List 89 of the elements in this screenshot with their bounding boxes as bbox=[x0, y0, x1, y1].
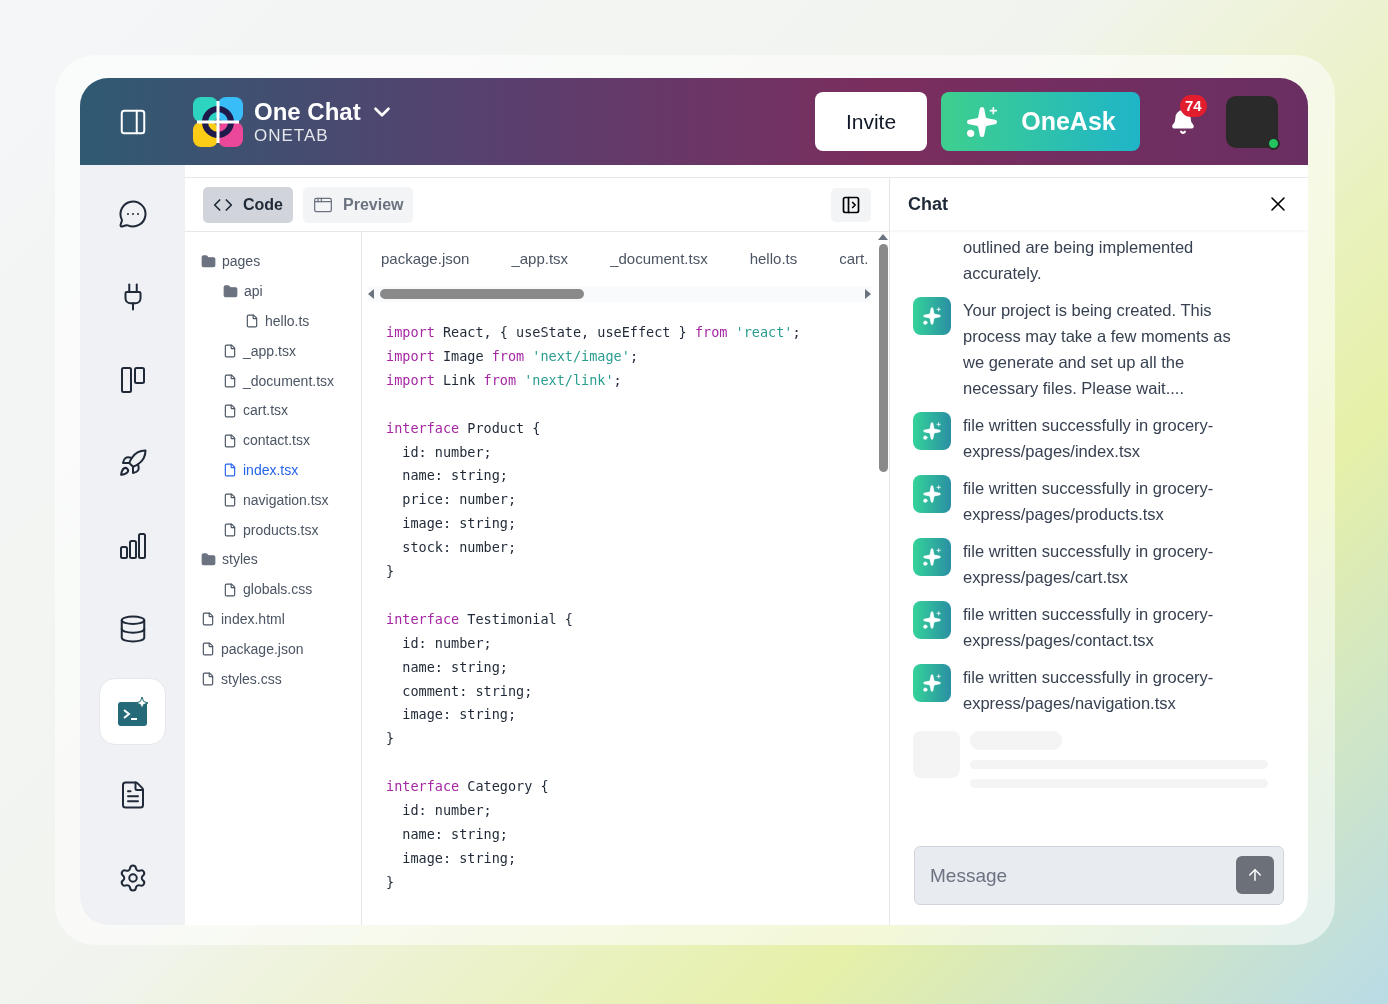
code-line: stock: number; bbox=[401, 538, 518, 558]
sparkles-icon bbox=[922, 306, 942, 326]
editor-tab[interactable]: _app.tsx bbox=[511, 247, 569, 271]
file-icon bbox=[223, 374, 237, 389]
file-item[interactable]: package.json bbox=[185, 634, 361, 665]
message-field[interactable]: Message bbox=[914, 846, 1284, 905]
file-icon bbox=[223, 463, 237, 478]
chat-message: file written successfully in grocery-express/pages/index.tsx bbox=[963, 415, 1215, 462]
view-tab[interactable]: Code bbox=[203, 186, 293, 223]
file-icon bbox=[201, 612, 215, 627]
invite-button[interactable]: Invite bbox=[815, 92, 927, 151]
file-item[interactable]: _app.tsx bbox=[185, 336, 361, 367]
send-button[interactable] bbox=[1236, 856, 1274, 894]
file-icon bbox=[201, 672, 215, 687]
code-line: id: number; bbox=[401, 633, 493, 653]
sparkles-icon bbox=[965, 104, 1000, 139]
file-icon bbox=[223, 582, 237, 597]
file-icon bbox=[223, 493, 237, 508]
editor-tab[interactable]: hello.ts bbox=[749, 247, 798, 271]
editor-tab[interactable]: _document.tsx bbox=[610, 247, 708, 271]
code-line: image: string; bbox=[401, 514, 518, 534]
horizontal-scrollbar[interactable] bbox=[368, 286, 871, 302]
chat-message: outlined are being implemented accurately. bbox=[963, 237, 1195, 284]
editor-tab[interactable]: cart. bbox=[839, 247, 869, 271]
split-panel-icon bbox=[841, 194, 861, 215]
workspace-name: ONETAB bbox=[254, 125, 330, 146]
user-avatar[interactable] bbox=[1226, 95, 1278, 148]
editor-tab[interactable]: package.json bbox=[381, 247, 470, 271]
code-line: name: string; bbox=[401, 466, 509, 486]
code-line: import Link from 'next/link'; bbox=[386, 370, 623, 390]
code-line: } bbox=[386, 562, 396, 582]
split-panel-button[interactable] bbox=[831, 187, 871, 222]
code-line: name: string; bbox=[401, 657, 509, 677]
file-icon bbox=[245, 314, 259, 329]
code-line: id: number; bbox=[401, 801, 493, 821]
notification-badge: 74 bbox=[1180, 94, 1207, 117]
file-item[interactable]: contact.tsx bbox=[185, 425, 361, 456]
file-icon bbox=[223, 433, 237, 448]
app-name[interactable]: One Chat bbox=[254, 97, 361, 126]
file-item[interactable]: navigation.tsx bbox=[185, 485, 361, 516]
file-icon bbox=[223, 344, 237, 359]
folder-item[interactable]: api bbox=[185, 276, 361, 307]
sparkles-icon bbox=[922, 547, 942, 567]
code-line: import React, { useState, useEffect } from 'react'; bbox=[386, 323, 802, 342]
code-line: interface Category { bbox=[386, 777, 550, 797]
file-item[interactable]: _document.tsx bbox=[185, 366, 361, 396]
code-line: image: string; bbox=[401, 848, 518, 868]
folder-item[interactable]: pages bbox=[185, 247, 361, 277]
folder-icon bbox=[223, 284, 238, 300]
chat-message: file written successfully in grocery-express/pages/cart.tsx bbox=[963, 541, 1215, 588]
folder-icon bbox=[201, 254, 216, 270]
chat-message: Your project is being created. This process may take a few moments as we generate and set up all the necessary files. Please wait.... bbox=[963, 300, 1232, 399]
code-line: name: string; bbox=[401, 825, 509, 844]
app-logo-icon bbox=[193, 96, 243, 147]
file-item[interactable]: products.tsx bbox=[185, 515, 361, 545]
file-icon bbox=[201, 642, 215, 657]
file-item[interactable]: styles.css bbox=[185, 664, 361, 694]
folder-icon bbox=[201, 552, 216, 568]
code-line: id: number; bbox=[401, 442, 493, 462]
sparkles-icon bbox=[922, 484, 942, 504]
code-line: comment: string; bbox=[401, 681, 534, 701]
file-icon bbox=[223, 403, 237, 418]
code-line: price: number; bbox=[401, 490, 518, 510]
sidebar-item[interactable] bbox=[99, 678, 166, 745]
sparkles-icon bbox=[922, 610, 942, 630]
code-line: image: string; bbox=[401, 705, 518, 725]
chat-message: file written successfully in grocery-express/pages/products.tsx bbox=[963, 478, 1215, 525]
chat-message: file written successfully in grocery-express/pages/contact.tsx bbox=[963, 604, 1215, 651]
code-line: } bbox=[386, 872, 396, 892]
code-line: } bbox=[386, 729, 396, 749]
sparkles-icon bbox=[922, 421, 942, 441]
file-icon bbox=[223, 523, 237, 538]
file-item[interactable]: index.tsx bbox=[185, 455, 361, 486]
terminal-sparkle-icon bbox=[116, 696, 149, 727]
file-item[interactable]: globals.css bbox=[185, 574, 361, 605]
bar-chart-icon bbox=[117, 530, 148, 561]
file-item[interactable]: hello.ts bbox=[185, 306, 361, 337]
code-line: interface Product { bbox=[386, 418, 542, 438]
chat-title: Chat bbox=[908, 192, 948, 216]
chat-bubble-icon bbox=[117, 198, 148, 229]
sparkles-icon bbox=[922, 673, 942, 693]
chat-message: file written successfully in grocery-express/pages/navigation.tsx bbox=[963, 667, 1215, 714]
file-item[interactable]: index.html bbox=[185, 604, 361, 635]
view-tab[interactable]: Preview bbox=[303, 186, 414, 223]
file-item[interactable]: cart.tsx bbox=[185, 396, 361, 426]
code-line: import Image from 'next/image'; bbox=[386, 346, 639, 366]
folder-item[interactable]: styles bbox=[185, 544, 361, 575]
code-line: interface Testimonial { bbox=[386, 609, 574, 629]
rocket-icon bbox=[117, 447, 148, 478]
